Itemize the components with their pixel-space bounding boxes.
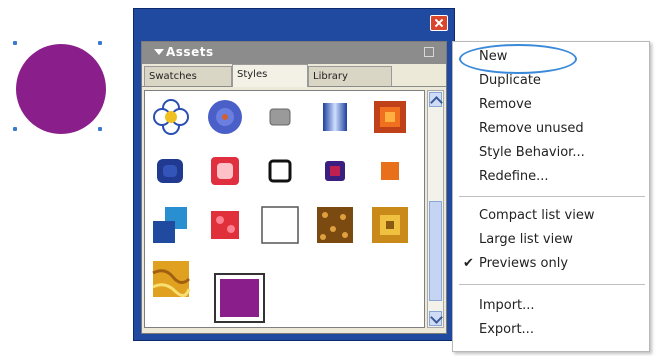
style-swatch-purple [220, 279, 259, 317]
selection-handle[interactable] [98, 41, 102, 45]
tab-swatches[interactable]: Swatches [144, 66, 232, 86]
menu-item-remove-unused[interactable]: Remove unused [479, 121, 584, 136]
style-swatch-gray-button[interactable] [260, 97, 300, 137]
checkmark-icon: ✔ [463, 256, 474, 271]
panel-titlebar[interactable] [134, 9, 454, 41]
styles-scrollbar[interactable] [427, 90, 444, 328]
style-swatch-blue-gradient[interactable] [315, 97, 355, 137]
style-swatch-pink-glow[interactable] [205, 151, 245, 191]
style-swatch-stacked-squares[interactable] [151, 205, 191, 245]
chevron-up-icon [430, 96, 443, 109]
menu-item-style-behavior[interactable]: Style Behavior... [479, 145, 585, 160]
selection-handle[interactable] [13, 41, 17, 45]
style-swatch-small-orange[interactable] [370, 151, 410, 191]
assets-panel: Assets Swatches Styles Library [141, 41, 447, 334]
style-swatch-gold-texture[interactable] [370, 205, 410, 245]
style-swatch-red-floral[interactable] [205, 205, 245, 245]
scroll-thumb[interactable] [429, 201, 442, 301]
menu-item-import[interactable]: Import... [479, 298, 535, 313]
assets-panel-window: Assets Swatches Styles Library [133, 8, 455, 341]
selection-handle[interactable] [13, 127, 17, 131]
scroll-up-button[interactable] [429, 92, 443, 109]
panel-options-icon[interactable] [424, 47, 434, 57]
menu-separator [459, 284, 645, 285]
highlight-ellipse [459, 44, 577, 74]
collapse-arrow-icon[interactable] [154, 49, 164, 55]
panel-tabs: Swatches Styles Library [142, 64, 446, 87]
close-button[interactable] [430, 15, 448, 31]
tab-styles[interactable]: Styles [232, 64, 308, 87]
styles-preview-grid [144, 90, 425, 328]
menu-separator [459, 196, 645, 197]
menu-item-large-list-view[interactable]: Large list view [479, 232, 573, 247]
selection-handle[interactable] [98, 127, 102, 131]
panel-title: Assets [166, 45, 214, 59]
menu-item-redefine[interactable]: Redefine... [479, 169, 549, 184]
menu-item-export[interactable]: Export... [479, 322, 534, 337]
style-swatch-flower[interactable] [151, 97, 191, 137]
style-swatch-brown-texture[interactable] [315, 205, 355, 245]
style-swatch-navy-blob[interactable] [151, 151, 191, 191]
style-swatch-blue-sphere[interactable] [205, 97, 245, 137]
chevron-down-icon [430, 311, 443, 324]
menu-item-compact-list-view[interactable]: Compact list view [479, 208, 594, 223]
menu-item-previews-only[interactable]: Previews only [479, 256, 568, 271]
style-swatch-orange-burst[interactable] [370, 97, 410, 137]
style-swatch-black-frame[interactable] [260, 151, 300, 191]
selected-circle-shape[interactable] [16, 44, 106, 134]
assets-panel-header[interactable]: Assets [142, 42, 446, 64]
styles-context-menu: New Duplicate Remove Remove unused Style… [452, 41, 650, 352]
menu-item-duplicate[interactable]: Duplicate [479, 73, 541, 88]
style-swatch-selected[interactable] [214, 273, 265, 323]
scroll-down-button[interactable] [429, 311, 443, 326]
menu-item-remove[interactable]: Remove [479, 97, 532, 112]
tab-library[interactable]: Library [308, 66, 392, 86]
style-swatch-white-square[interactable] [260, 205, 300, 245]
style-swatch-gold-marble[interactable] [151, 259, 191, 299]
style-swatch-purple-red[interactable] [315, 151, 355, 191]
